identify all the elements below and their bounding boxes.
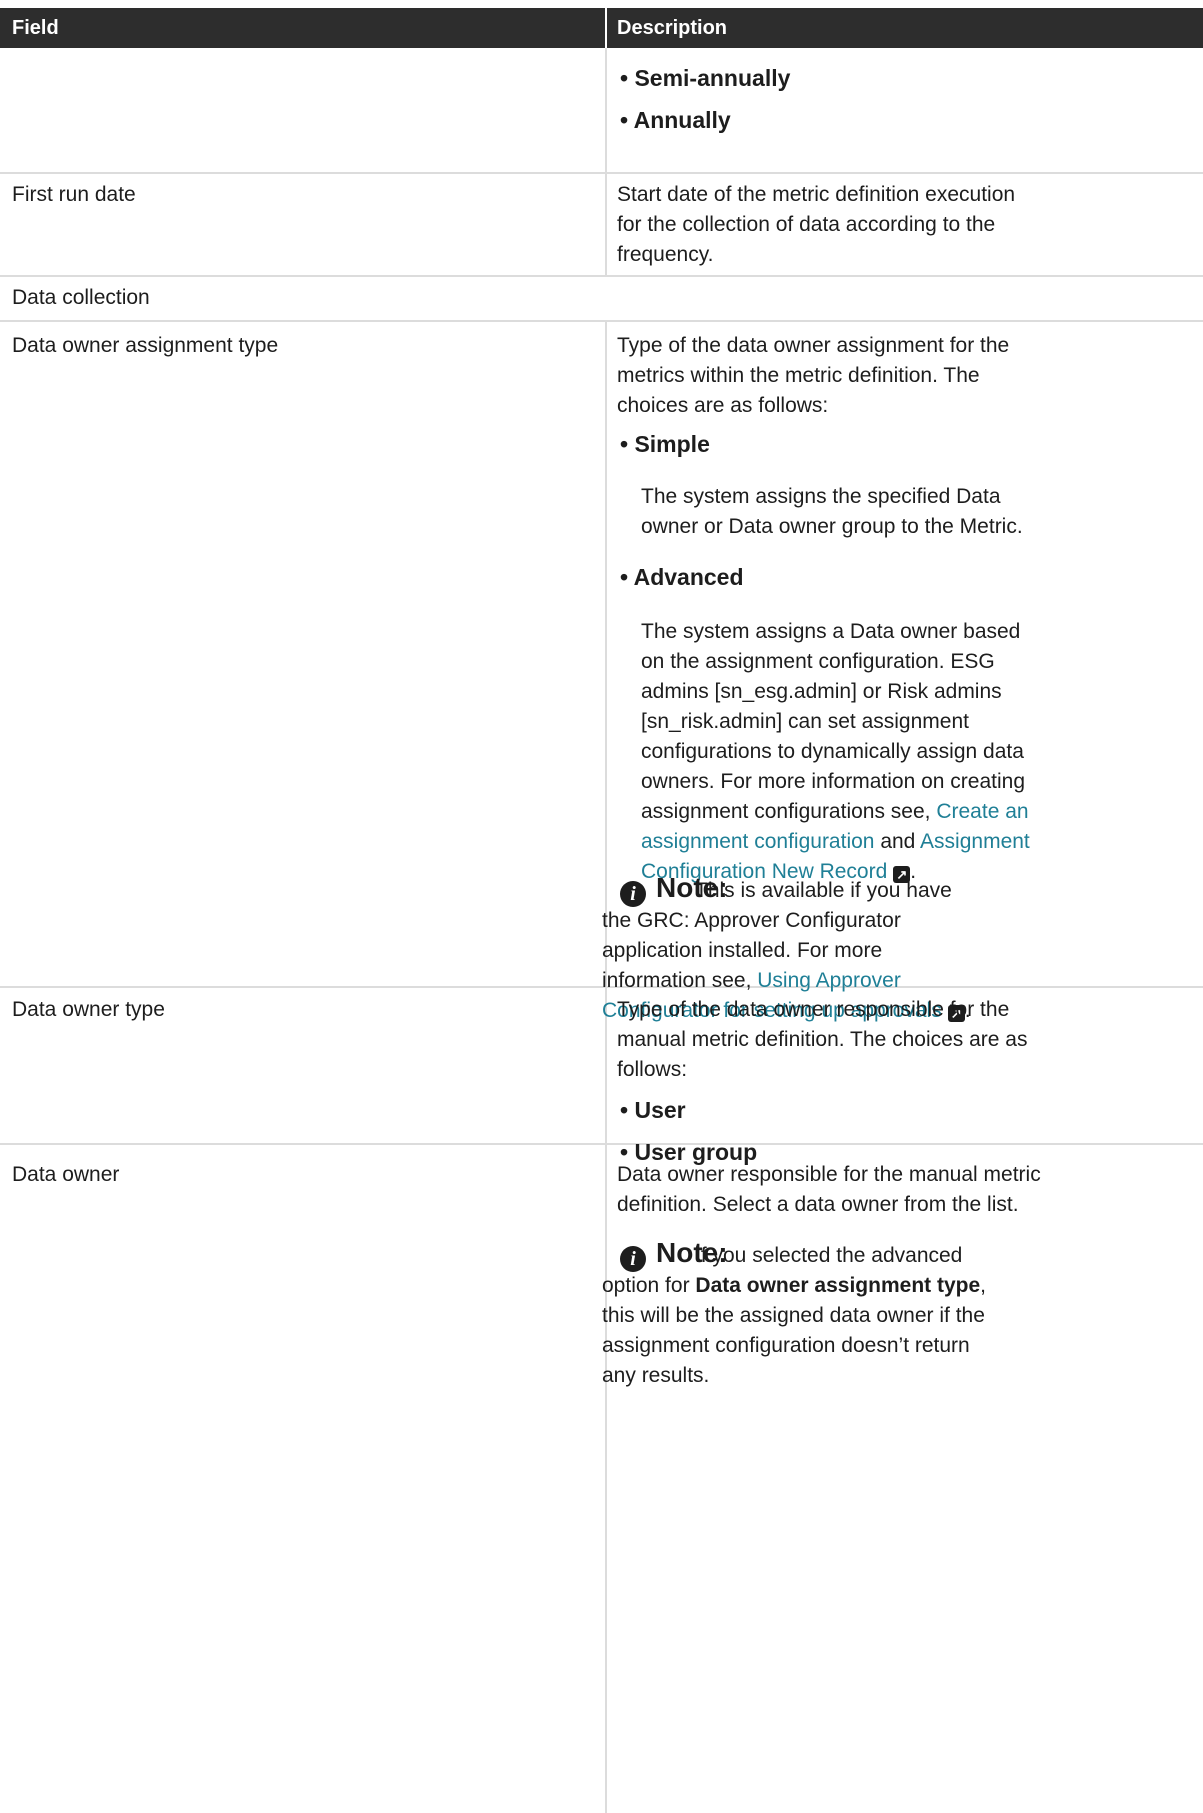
header-description: Description	[617, 17, 728, 39]
field-description: Type of the data owner assignment for th…	[617, 334, 1010, 417]
list-item: • Semi-annually	[620, 65, 791, 91]
column-divider	[605, 48, 607, 172]
create-assignment-configuration-link[interactable]: assignment configuration	[641, 830, 874, 853]
using-approver-configurator-link[interactable]: Using Approver	[757, 969, 901, 992]
column-divider	[605, 1145, 607, 1813]
row-divider	[0, 1143, 1203, 1145]
info-icon: i	[620, 881, 646, 907]
list-item: • Simple	[620, 431, 710, 457]
info-icon: i	[620, 1246, 646, 1272]
create-assignment-configuration-link[interactable]: Create an	[936, 800, 1028, 823]
row-divider	[0, 320, 1203, 322]
field-description: Data owner responsible for the manual me…	[617, 1163, 1041, 1216]
field-name: First run date	[12, 183, 136, 206]
section-label: Data collection	[12, 286, 150, 309]
list-item: • Annually	[620, 107, 731, 133]
column-divider	[605, 174, 607, 275]
list-item: • User	[620, 1097, 686, 1123]
table-header: Field Description	[0, 8, 1203, 48]
field-name: Data owner type	[12, 998, 165, 1021]
column-divider	[605, 322, 607, 986]
assignment-configuration-new-record-link[interactable]: Assignment	[920, 830, 1030, 853]
field-name: Data owner assignment type	[12, 334, 279, 357]
field-name: Data owner	[12, 1163, 120, 1186]
row-divider	[0, 275, 1203, 277]
note-body: option for Data owner assignment type, t…	[602, 1274, 986, 1387]
header-divider	[605, 8, 607, 48]
option-description: The system assigns the specified Data ow…	[641, 485, 1023, 538]
list-item: • Advanced	[620, 564, 744, 590]
header-field: Field	[12, 17, 59, 39]
row-divider	[0, 172, 1203, 174]
option-description: The system assigns a Data owner based on…	[641, 620, 1030, 883]
field-description: Start date of the metric definition exec…	[617, 183, 1016, 266]
field-description: Type of the data owner responsible for t…	[617, 998, 1028, 1081]
